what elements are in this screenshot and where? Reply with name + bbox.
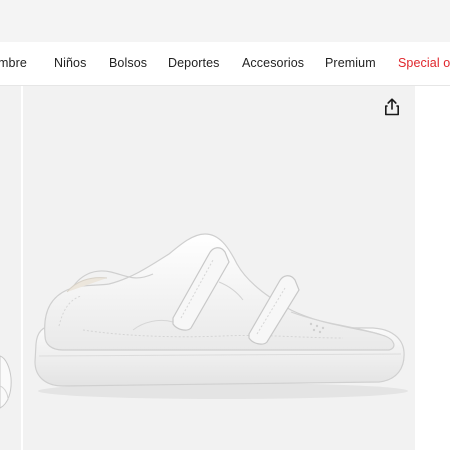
nav-item-premium[interactable]: Premium xyxy=(325,56,376,70)
nav-item-special[interactable]: Special o xyxy=(398,56,450,70)
product-gallery xyxy=(0,86,450,450)
gallery-right-gap xyxy=(415,86,450,450)
nav-item-hombre[interactable]: mbre xyxy=(0,56,27,70)
previous-product-image[interactable] xyxy=(0,86,21,450)
main-product-image[interactable] xyxy=(23,86,415,450)
nav-item-bolsos[interactable]: Bolsos xyxy=(109,56,147,70)
share-icon xyxy=(385,98,399,116)
nav-item-accesorios[interactable]: Accesorios xyxy=(242,56,304,70)
top-bar xyxy=(0,0,450,42)
category-nav: mbre Niños Bolsos Deportes Accesorios Pr… xyxy=(0,42,450,86)
previous-shoe-image xyxy=(0,355,12,409)
share-button[interactable] xyxy=(381,96,403,118)
sneaker-image xyxy=(34,233,408,399)
nav-item-ninos[interactable]: Niños xyxy=(54,56,86,70)
nav-item-deportes[interactable]: Deportes xyxy=(168,56,220,70)
